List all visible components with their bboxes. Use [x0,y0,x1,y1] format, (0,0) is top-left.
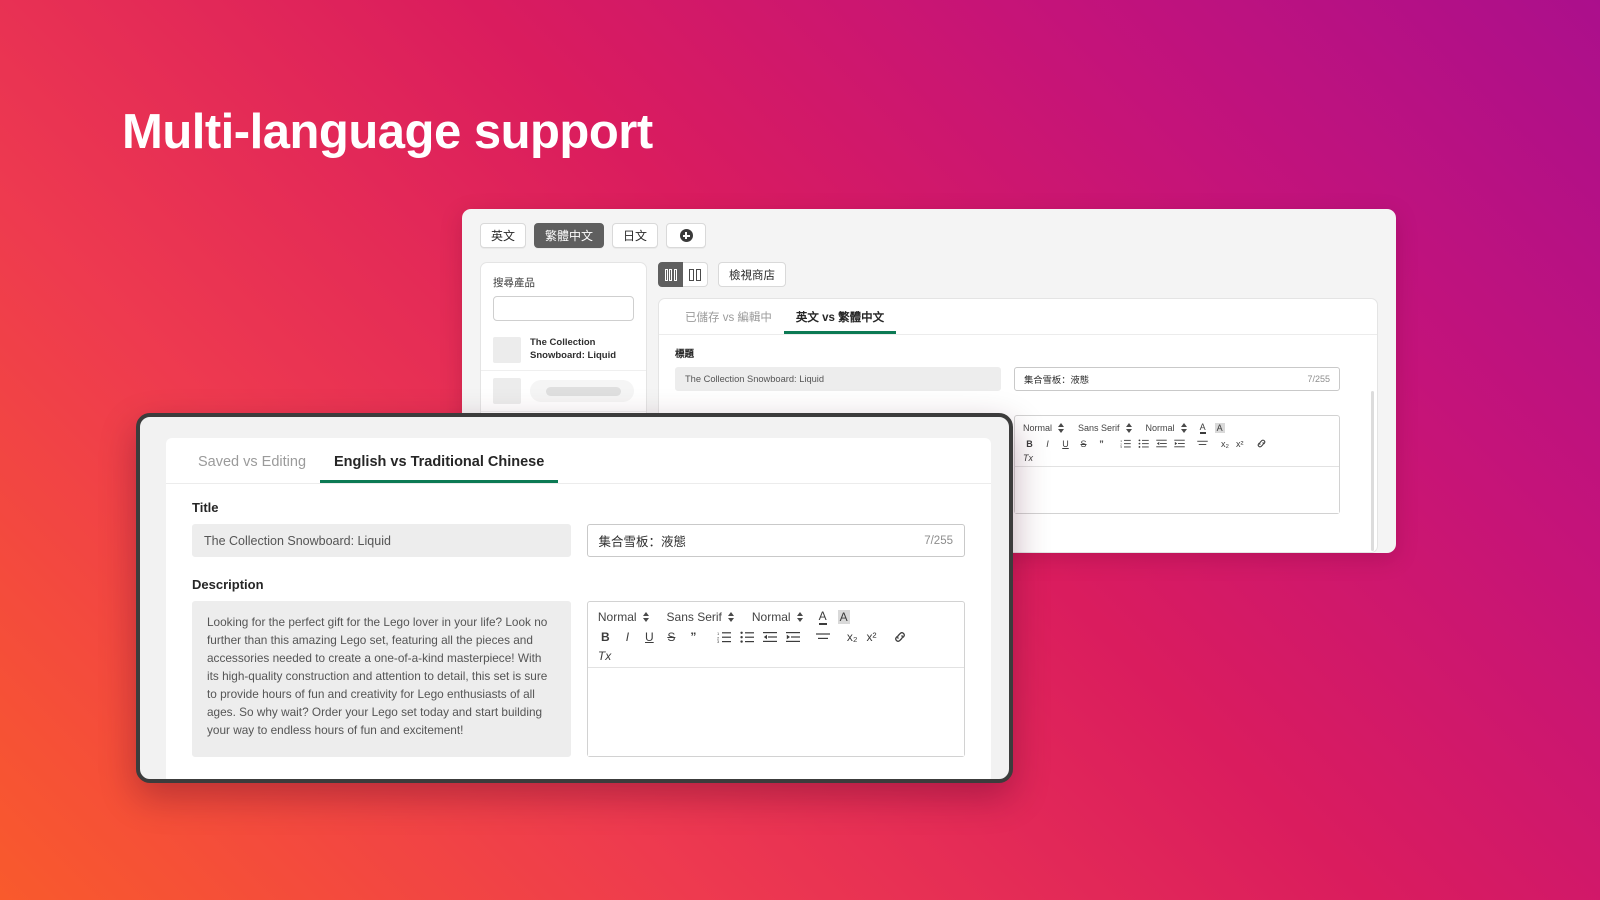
text-color-icon[interactable]: A [1199,422,1206,434]
outdent-icon[interactable] [1156,439,1167,448]
superscript-icon[interactable]: x² [867,630,877,644]
layout-toggle-group [658,262,708,287]
tab-english-vs-traditional-chinese[interactable]: 英文 vs 繁體中文 [784,299,896,334]
description-rich-text-editor[interactable]: Normal Sans Serif Normal A A B I U S ” 1… [1014,415,1340,514]
view-toolbar: 檢視商店 [658,262,786,287]
chevron-updown-icon [642,612,649,622]
bold-icon[interactable]: B [1023,439,1036,449]
comparison-tabs: Saved vs Editing English vs Traditional … [166,438,991,484]
two-column-view-button[interactable] [683,262,708,287]
front-window: Saved vs Editing English vs Traditional … [136,413,1013,783]
chevron-updown-icon [1180,423,1187,433]
chevron-updown-icon [1125,423,1132,433]
title-source-field: The Collection Snowboard: Liquid [192,524,571,557]
comparison-tabs: 已儲存 vs 編輯中 英文 vs 繁體中文 [659,299,1377,335]
language-tab-english[interactable]: 英文 [480,223,527,248]
background-color-icon[interactable]: A [837,610,850,624]
add-language-button[interactable] [666,223,707,248]
list-item[interactable]: The Collection Snowboard: Liquid [481,330,646,370]
superscript-icon[interactable]: x² [1236,439,1244,449]
italic-icon[interactable]: I [620,630,635,644]
front-form-body: Title The Collection Snowboard: Liquid 集… [166,484,991,757]
editor-toolbar: Normal Sans Serif Normal A A B I U S ” 1… [587,602,964,668]
heading-select[interactable]: Normal [1023,423,1065,433]
plus-icon [679,229,693,242]
align-icon[interactable] [815,631,830,643]
align-icon[interactable] [1197,439,1208,448]
clear-format-icon[interactable]: Tx [598,649,611,663]
indent-icon[interactable] [1174,439,1185,448]
title-target-field[interactable]: 集合雪板：液態 7/255 [1014,367,1340,391]
language-tab-japanese[interactable]: 日文 [612,223,659,248]
indent-icon[interactable] [785,631,800,643]
product-title: The Collection Snowboard: Liquid [530,337,617,361]
product-title-placeholder [530,380,634,402]
description-target-textarea[interactable] [1015,467,1339,513]
title-character-counter: 7/255 [924,534,953,547]
outdent-icon[interactable] [762,631,777,643]
title-label: 標題 [675,349,695,360]
tab-saved-vs-editing[interactable]: Saved vs Editing [184,438,320,483]
chevron-updown-icon [727,612,734,622]
tab-english-vs-traditional-chinese[interactable]: English vs Traditional Chinese [320,438,558,483]
bold-icon[interactable]: B [598,630,613,644]
front-comparison-card: Saved vs Editing English vs Traditional … [166,438,991,779]
title-field-row: The Collection Snowboard: Liquid 集合雪板：液態… [675,367,1361,391]
size-select[interactable]: Normal [752,610,803,624]
title-target-field[interactable]: 集合雪板：液態 7/255 [586,524,965,557]
clear-format-icon[interactable]: Tx [1023,453,1033,463]
three-column-view-button[interactable] [658,262,683,287]
background-color-icon[interactable]: A [1214,423,1225,433]
title-label: Title [192,500,219,515]
subscript-icon[interactable]: x₂ [847,630,858,644]
link-icon[interactable] [1256,438,1267,449]
page-title: Multi-language support [122,105,653,159]
bullet-list-icon[interactable] [1138,439,1149,448]
description-source-field: Looking for the perfect gift for the Leg… [192,601,571,757]
strikethrough-icon[interactable]: S [1077,439,1090,449]
chevron-updown-icon [1058,423,1065,433]
heading-select[interactable]: Normal [598,610,649,624]
chevron-updown-icon [796,612,803,622]
italic-icon[interactable]: I [1041,439,1054,449]
text-color-icon[interactable]: A [818,609,827,625]
font-select[interactable]: Sans Serif [667,610,734,624]
product-thumbnail [493,337,521,363]
ordered-list-icon[interactable]: 123 [1120,439,1131,448]
blockquote-icon[interactable]: ” [686,630,701,644]
strikethrough-icon[interactable]: S [664,630,679,644]
title-source-field: The Collection Snowboard: Liquid [675,367,1001,391]
description-target-textarea[interactable] [587,668,964,756]
product-thumbnail [493,378,521,404]
description-label: Description [192,577,264,592]
editor-toolbar: Normal Sans Serif Normal A A B I U S ” 1… [1015,416,1339,467]
ordered-list-icon[interactable]: 123 [717,631,731,643]
blockquote-icon[interactable]: ” [1095,439,1108,449]
language-switcher: 英文 繁體中文 日文 [480,223,707,248]
view-store-button[interactable]: 檢視商店 [718,262,786,287]
title-character-counter: 7/255 [1307,374,1330,384]
link-icon[interactable] [893,630,907,644]
underline-icon[interactable]: U [1059,439,1072,449]
svg-text:3: 3 [1120,445,1122,448]
title-target-value: 集合雪板：液態 [1024,375,1090,385]
description-rich-text-editor[interactable]: Normal Sans Serif Normal A A B I U S ” 1… [586,601,965,757]
svg-text:3: 3 [717,639,720,643]
search-products-input[interactable] [493,296,634,321]
title-field-row: The Collection Snowboard: Liquid 集合雪板：液態… [192,524,965,557]
title-target-value: 集合雪板：液態 [598,535,687,549]
two-column-icon [689,268,701,281]
tab-saved-vs-editing[interactable]: 已儲存 vs 編輯中 [673,299,784,334]
bullet-list-icon[interactable] [740,631,754,643]
font-select[interactable]: Sans Serif [1078,423,1132,433]
subscript-icon[interactable]: x₂ [1221,439,1229,449]
underline-icon[interactable]: U [642,630,657,644]
scrollbar[interactable] [1371,391,1374,551]
three-column-icon [664,268,677,281]
description-field-row: Looking for the perfect gift for the Leg… [192,601,965,757]
size-select[interactable]: Normal [1146,423,1187,433]
language-tab-traditional-chinese[interactable]: 繁體中文 [534,223,605,248]
list-item[interactable] [481,370,646,411]
search-products-label: 搜尋產品 [493,277,535,289]
